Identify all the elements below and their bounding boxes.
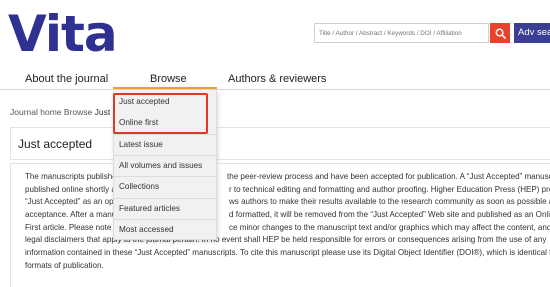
page-title: Just accepted <box>18 137 93 151</box>
advanced-search-button[interactable]: Adv sear <box>514 23 550 43</box>
line-tail: the peer-review process and have been ac… <box>227 172 550 181</box>
line-tail: r to technical editing and formatting an… <box>229 184 550 194</box>
nav-divider <box>0 89 550 90</box>
intro-paragraph: The manuscripts publishe the peer-review… <box>25 171 550 273</box>
nav-authors-reviewers[interactable]: Authors & reviewers <box>228 69 326 89</box>
line-head: published online shortly aft <box>25 184 121 194</box>
nav-browse[interactable]: Browse <box>150 69 187 89</box>
paragraph-line: acceptance. After a manus d formatted, i… <box>25 209 550 222</box>
line-tail: ws authors to make their results availab… <box>229 197 550 207</box>
nav-browse-active-indicator <box>113 87 217 89</box>
breadcrumb-home[interactable]: Journal home <box>10 107 62 117</box>
page: Vita Adv sear About the journal Browse A… <box>0 0 550 287</box>
search-button[interactable] <box>490 23 510 43</box>
line-head: The manuscripts publishe <box>25 172 117 181</box>
paragraph-line: information contained in these “Just Acc… <box>25 248 550 258</box>
breadcrumb: Journal home Browse Just acc <box>10 107 126 117</box>
paragraph-line: formats of publication. <box>25 260 104 270</box>
paragraph-line: “Just Accepted” as an optic ws authors t… <box>25 196 550 209</box>
breadcrumb-browse[interactable]: Browse <box>64 107 92 117</box>
line-head: “Just Accepted” as an optic <box>25 197 122 207</box>
content-card: The manuscripts publishe the peer-review… <box>10 163 550 287</box>
menu-item-most-accessed[interactable]: Most accessed <box>114 218 218 242</box>
paragraph-line: published online shortly aft r to techni… <box>25 184 550 197</box>
paragraph-line: First article. Please note th ce minor c… <box>25 222 550 235</box>
search-input[interactable] <box>314 23 489 43</box>
paragraph-line: legal disclaimers that apply to the jour… <box>25 235 547 245</box>
nav-about-journal[interactable]: About the journal <box>25 69 108 89</box>
line-head: First article. Please note th <box>25 222 121 232</box>
journal-logo[interactable]: Vita <box>8 4 118 64</box>
paragraph-line: The manuscripts publishe the peer-review… <box>25 171 550 184</box>
line-tail: d formatted, it will be removed from the… <box>229 210 550 220</box>
search-icon <box>495 28 506 39</box>
annotation-highlight-box <box>113 93 208 134</box>
line-tail: ce minor changes to the manuscript text … <box>229 222 550 232</box>
main-nav: About the journal Browse Authors & revie… <box>0 69 550 89</box>
menu-item-collections[interactable]: Collections <box>114 175 218 199</box>
line-head: acceptance. After a manus <box>25 210 121 220</box>
page-title-box: Just accepted <box>10 127 550 160</box>
